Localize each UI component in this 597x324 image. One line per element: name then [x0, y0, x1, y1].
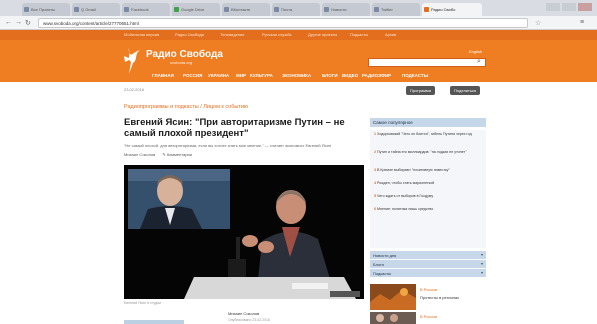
url-input[interactable]: www.svoboda.org/content/article/27770651…	[38, 18, 528, 28]
breadcrumb[interactable]: Радиопрограммы и подкасты / Лицом к собы…	[124, 104, 248, 110]
popular-list	[370, 130, 486, 248]
popular-item[interactable]: 5 Чего ждать от выборов в Госдуму	[374, 194, 482, 199]
sidebar-row[interactable]: Новости дня ▾	[370, 251, 486, 259]
tab-favicon-icon	[74, 7, 79, 12]
news-thumbnail[interactable]	[370, 312, 416, 324]
nav-item[interactable]: ЭКОНОМИКА	[282, 73, 311, 78]
address-bar: ← → ↻ www.svoboda.org/content/article/27…	[0, 16, 597, 30]
popular-item[interactable]: 6 Мнение: политика лишь средство	[374, 207, 482, 212]
nav-item[interactable]: ВИДЕО	[342, 73, 358, 78]
share-button[interactable]: Поделиться	[450, 86, 481, 95]
browser-menu-icon[interactable]: ≡	[580, 19, 584, 26]
top-link[interactable]: Другие проекты	[308, 32, 337, 37]
maximize-button[interactable]	[562, 3, 576, 11]
browser-tab[interactable]: ВКонтакте	[222, 3, 270, 16]
article-headline: Евгений Ясин: "При авторитаризме Путин –…	[124, 117, 345, 139]
site-top-bar: Мобильная версия Радио Свобода Телевиден…	[0, 30, 597, 40]
back-arrow-icon[interactable]: ←	[5, 19, 12, 26]
nav-item[interactable]: УКРАИНА	[208, 73, 229, 78]
article-photo[interactable]	[124, 165, 364, 299]
nav-item[interactable]: ПОДКАСТЫ	[402, 73, 428, 78]
top-link[interactable]: Русская служба	[262, 32, 292, 37]
nav-item[interactable]: РАДИОЭФИР	[362, 73, 391, 78]
photo-illustration	[124, 165, 364, 299]
browser-tab-bar: Все Проекты Q Gmail Facebook Google Driv…	[0, 0, 597, 16]
nav-item[interactable]: РОССИЯ	[183, 73, 202, 78]
byline[interactable]: Михаил Соколов	[228, 311, 259, 316]
search-icon[interactable]: ⌕	[477, 58, 481, 66]
chevron-down-icon: ▾	[480, 270, 483, 275]
search-input[interactable]	[368, 58, 486, 67]
site-title[interactable]: Радио Свобода	[146, 49, 223, 60]
close-window-button[interactable]	[578, 3, 592, 11]
nav-item[interactable]: МИР	[236, 73, 246, 78]
popular-item[interactable]: 1 Ходорковский "Чего он боится", гибель …	[374, 132, 482, 137]
minimize-button[interactable]	[546, 3, 560, 11]
top-link[interactable]: Архив	[385, 32, 396, 37]
audio-player-bar[interactable]	[124, 320, 184, 324]
tab-favicon-icon	[424, 7, 429, 12]
site-subtitle: svoboda.org	[170, 60, 193, 65]
photo-caption: Евгений Ясин в студии	[124, 301, 162, 305]
news-thumbnail-image	[370, 312, 416, 324]
article-date: 23.02.2016	[124, 87, 145, 92]
tab-favicon-icon	[174, 7, 179, 12]
forward-arrow-icon[interactable]: →	[15, 19, 22, 26]
article-lede: "Не самый плохой, для авторитаризма, есл…	[124, 143, 332, 148]
top-link[interactable]: Мобильная версия	[124, 32, 159, 37]
nav-item[interactable]: БЛОГИ	[322, 73, 338, 78]
publish-date: Опубликовано 23.02.2016	[228, 318, 270, 322]
news-tag[interactable]: В России	[420, 287, 437, 292]
chevron-down-icon: ▾	[480, 261, 483, 266]
bookmark-star-icon[interactable]: ☆	[535, 19, 541, 27]
nav-item[interactable]: КУЛЬТУРА	[250, 73, 273, 78]
tab-favicon-icon	[124, 7, 129, 12]
article-meta: Михаил Соколов ✎ Комментарии	[124, 152, 192, 157]
top-link[interactable]: Подкасты	[350, 32, 368, 37]
browser-tab[interactable]: Новости	[322, 3, 370, 16]
author-link[interactable]: Михаил Соколов	[124, 152, 155, 157]
nav-item[interactable]: ГЛАВНАЯ	[152, 73, 174, 78]
popular-header: Самое популярное	[370, 118, 486, 127]
popular-item[interactable]: 3 В Кремле выбирают "позитивную повестку…	[374, 168, 482, 173]
news-thumbnail[interactable]	[370, 284, 416, 310]
main-nav: ГЛАВНАЯ РОССИЯ УКРАИНА МИР КУЛЬТУРА ЭКОН…	[0, 70, 597, 82]
browser-tab[interactable]: Facebook	[122, 3, 170, 16]
browser-tab[interactable]: Google Drive	[172, 3, 220, 16]
news-headline[interactable]: Протесты в регионах	[420, 295, 459, 300]
tab-favicon-icon	[224, 7, 229, 12]
browser-tab-active[interactable]: Радио Свобо	[422, 3, 482, 16]
news-thumbnail-image	[370, 284, 416, 310]
popular-item[interactable]: 2 Путин и тайна его миллиардов: "на лодк…	[374, 150, 482, 155]
browser-tab[interactable]: Все Проекты	[22, 3, 70, 16]
news-tag[interactable]: В России	[420, 314, 437, 319]
browser-tab[interactable]: Q Gmail	[72, 3, 120, 16]
browser-tab[interactable]: Twitter	[372, 3, 420, 16]
tab-favicon-icon	[274, 7, 279, 12]
comments-link[interactable]: Комментарии	[167, 152, 192, 157]
tab-favicon-icon	[24, 7, 29, 12]
program-button[interactable]: Программа	[406, 86, 435, 95]
popular-item[interactable]: 4 Рожден, чтобы стать марионеткой	[374, 181, 482, 186]
top-link[interactable]: Телевидение	[220, 32, 244, 37]
browser-tab[interactable]: Почта	[272, 3, 320, 16]
comments-icon: ✎	[162, 152, 166, 157]
sidebar-row[interactable]: Подкасты ▾	[370, 269, 486, 277]
chevron-down-icon: ▾	[480, 252, 483, 257]
tab-favicon-icon	[324, 7, 329, 12]
reload-icon[interactable]: ↻	[25, 19, 31, 27]
sidebar-row[interactable]: Блоги ▾	[370, 260, 486, 268]
top-link[interactable]: Радио Свобода	[175, 32, 204, 37]
tab-favicon-icon	[374, 7, 379, 12]
language-link[interactable]: English	[469, 49, 482, 54]
